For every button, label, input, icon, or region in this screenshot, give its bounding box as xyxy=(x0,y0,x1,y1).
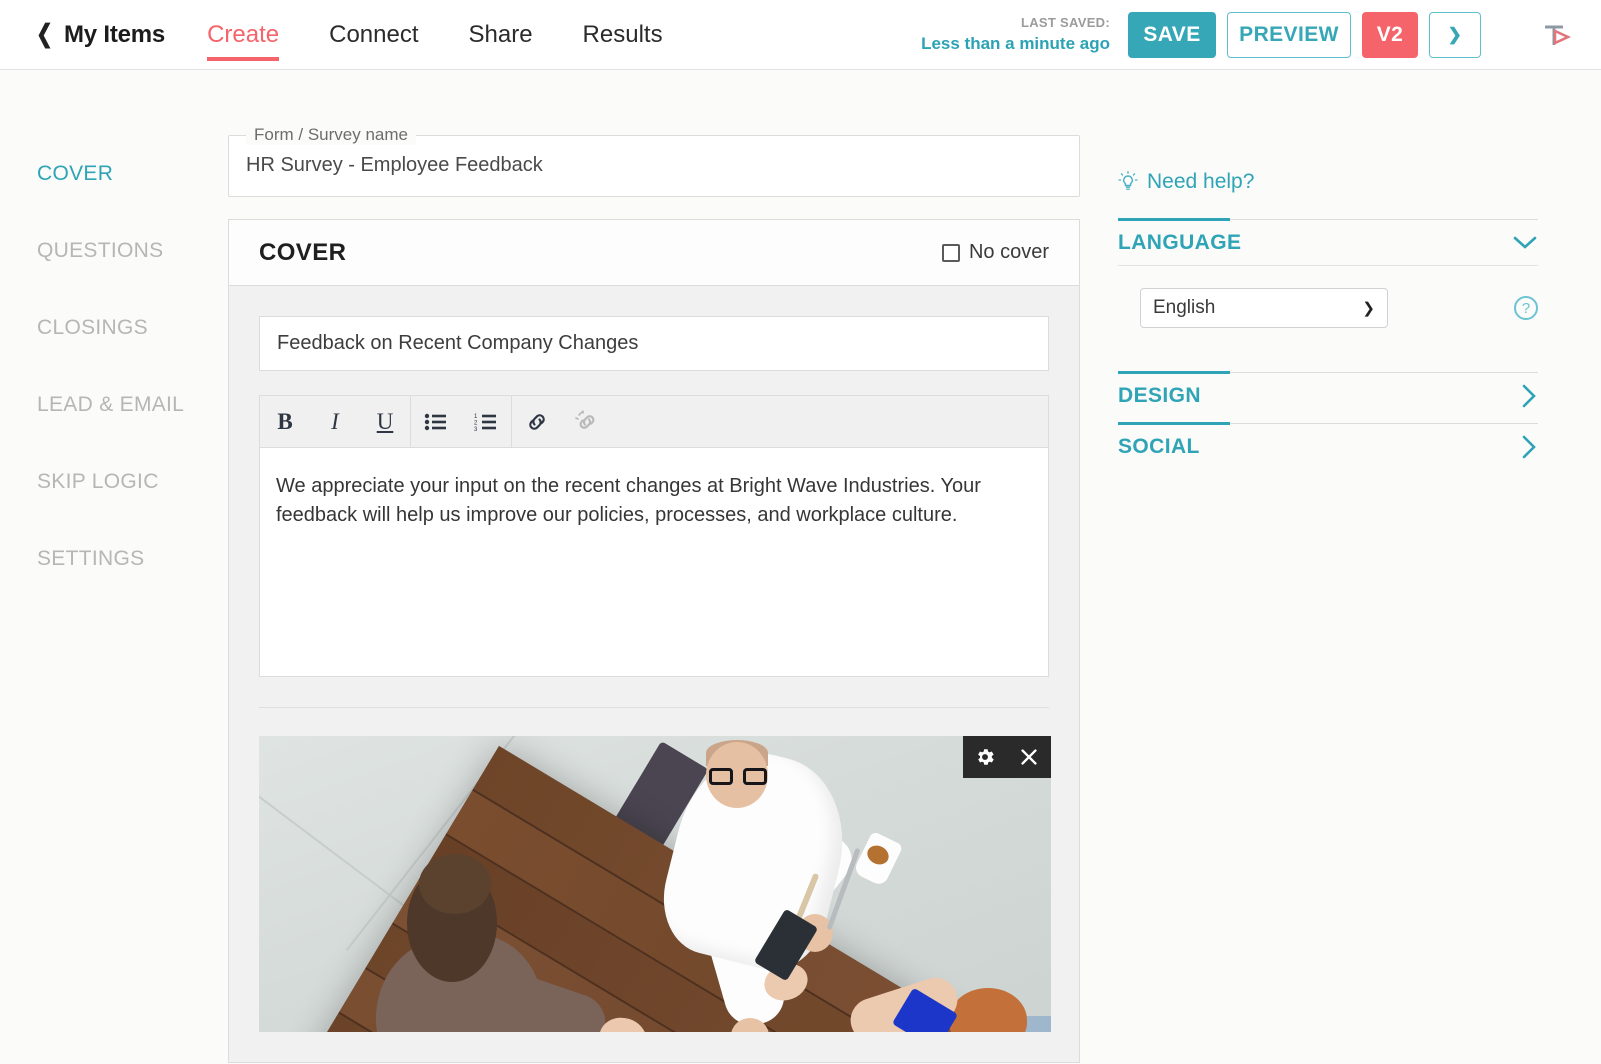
tab-share[interactable]: Share xyxy=(469,0,533,70)
question-circle-icon[interactable]: ? xyxy=(1514,296,1538,320)
preview-button-label: PREVIEW xyxy=(1239,23,1339,47)
no-cover-toggle[interactable]: No cover xyxy=(942,241,1049,264)
last-saved-block: LAST SAVED: Less than a minute ago xyxy=(921,15,1110,55)
section-social-label: SOCIAL xyxy=(1118,435,1200,459)
form-name-legend: Form / Survey name xyxy=(246,125,416,145)
more-options-button[interactable]: ❯ xyxy=(1429,12,1481,58)
save-button[interactable]: SAVE xyxy=(1128,12,1216,58)
italic-button[interactable]: I xyxy=(310,396,360,448)
cover-panel-body: Feedback on Recent Company Changes B I U xyxy=(229,286,1079,1062)
cover-divider xyxy=(259,707,1049,708)
last-saved-value: Less than a minute ago xyxy=(921,33,1110,54)
chevron-right-icon xyxy=(1520,434,1538,460)
preview-button[interactable]: PREVIEW xyxy=(1227,12,1351,58)
chevron-left-icon: ❮ xyxy=(36,22,53,47)
language-section-body: English ❯ ? xyxy=(1118,265,1538,372)
language-select-value: English xyxy=(1153,297,1215,319)
version-button-label: V2 xyxy=(1377,23,1404,47)
cover-heading-input[interactable]: Feedback on Recent Company Changes xyxy=(259,316,1049,371)
bulleted-list-button[interactable] xyxy=(411,396,461,448)
tab-results-label: Results xyxy=(583,21,663,49)
section-design-header[interactable]: DESIGN xyxy=(1118,372,1538,418)
remove-link-button[interactable] xyxy=(562,396,612,448)
tab-connect-label: Connect xyxy=(329,21,418,49)
svg-text:1: 1 xyxy=(474,414,478,420)
editor-text-area[interactable]: We appreciate your input on the recent c… xyxy=(260,448,1048,676)
tab-connect[interactable]: Connect xyxy=(329,0,418,70)
top-navigation-bar: ❮ My Items Create Connect Share Results … xyxy=(0,0,1601,70)
chevron-down-icon xyxy=(1512,235,1538,251)
need-help-link[interactable]: Need help? xyxy=(1118,170,1538,194)
svg-text:3: 3 xyxy=(474,427,478,432)
link-group xyxy=(512,396,612,448)
section-social-header[interactable]: SOCIAL xyxy=(1118,423,1538,469)
form-name-field[interactable]: Form / Survey name HR Survey - Employee … xyxy=(228,135,1080,197)
sidebar-item-questions[interactable]: QUESTIONS xyxy=(37,239,228,263)
section-language-label: LANGUAGE xyxy=(1118,231,1241,255)
brand-logo-icon xyxy=(1541,21,1571,49)
gear-icon[interactable] xyxy=(974,746,996,768)
cover-panel: COVER No cover Feedback on Recent Compan… xyxy=(228,219,1080,1063)
photo-glasses xyxy=(709,768,733,785)
back-to-my-items[interactable]: ❮ My Items xyxy=(34,21,165,49)
language-select[interactable]: English ❯ xyxy=(1140,288,1388,328)
lightbulb-icon xyxy=(1118,171,1138,193)
cover-panel-header: COVER No cover xyxy=(229,220,1079,286)
section-sidebar: COVER QUESTIONS CLOSINGS LEAD & EMAIL SK… xyxy=(0,70,228,624)
main-content: Form / Survey name HR Survey - Employee … xyxy=(228,70,1080,1063)
version-button[interactable]: V2 xyxy=(1362,12,1418,58)
sidebar-item-lead-and-email[interactable]: LEAD & EMAIL xyxy=(37,393,228,417)
bold-button[interactable]: B xyxy=(260,396,310,448)
numbered-list-button[interactable]: 1 2 3 xyxy=(461,396,511,448)
sidebar-item-closings[interactable]: CLOSINGS xyxy=(37,316,228,340)
text-style-group: B I U xyxy=(260,396,411,448)
section-language-header[interactable]: LANGUAGE xyxy=(1118,219,1538,265)
chevron-down-icon: ❯ xyxy=(1362,299,1375,317)
chevron-right-icon xyxy=(1520,383,1538,409)
close-icon[interactable] xyxy=(1018,746,1040,768)
cover-description-editor: B I U xyxy=(259,395,1049,677)
sidebar-item-settings[interactable]: SETTINGS xyxy=(37,547,228,571)
svg-text:2: 2 xyxy=(474,420,478,426)
tab-share-label: Share xyxy=(469,21,533,49)
cover-panel-title: COVER xyxy=(259,239,346,267)
cover-image[interactable] xyxy=(259,736,1051,1032)
tab-results[interactable]: Results xyxy=(583,0,663,70)
chevron-down-icon: ❯ xyxy=(1448,26,1463,43)
insert-link-button[interactable] xyxy=(512,396,562,448)
need-help-label: Need help? xyxy=(1147,170,1254,194)
no-cover-label: No cover xyxy=(969,241,1049,264)
last-saved-label: LAST SAVED: xyxy=(921,15,1110,31)
editor-body-text: We appreciate your input on the recent c… xyxy=(276,472,1014,530)
tab-create-label: Create xyxy=(207,21,279,49)
tab-create[interactable]: Create xyxy=(207,0,279,70)
no-cover-checkbox[interactable] xyxy=(942,244,960,262)
my-items-label: My Items xyxy=(64,21,165,49)
section-design-label: DESIGN xyxy=(1118,384,1201,408)
sidebar-item-skip-logic[interactable]: SKIP LOGIC xyxy=(37,470,228,494)
main-nav: Create Connect Share Results xyxy=(207,0,713,70)
list-group: 1 2 3 xyxy=(411,396,512,448)
settings-panel: Need help? LANGUAGE English ❯ ? DESIGN S… xyxy=(1118,70,1538,469)
cover-heading-value: Feedback on Recent Company Changes xyxy=(277,332,638,355)
header-actions: LAST SAVED: Less than a minute ago SAVE … xyxy=(921,12,1601,58)
underline-button[interactable]: U xyxy=(360,396,410,448)
editor-toolbar: B I U xyxy=(260,396,1048,448)
image-controls xyxy=(963,736,1051,778)
sidebar-item-cover[interactable]: COVER xyxy=(37,162,228,186)
save-button-label: SAVE xyxy=(1143,23,1200,47)
